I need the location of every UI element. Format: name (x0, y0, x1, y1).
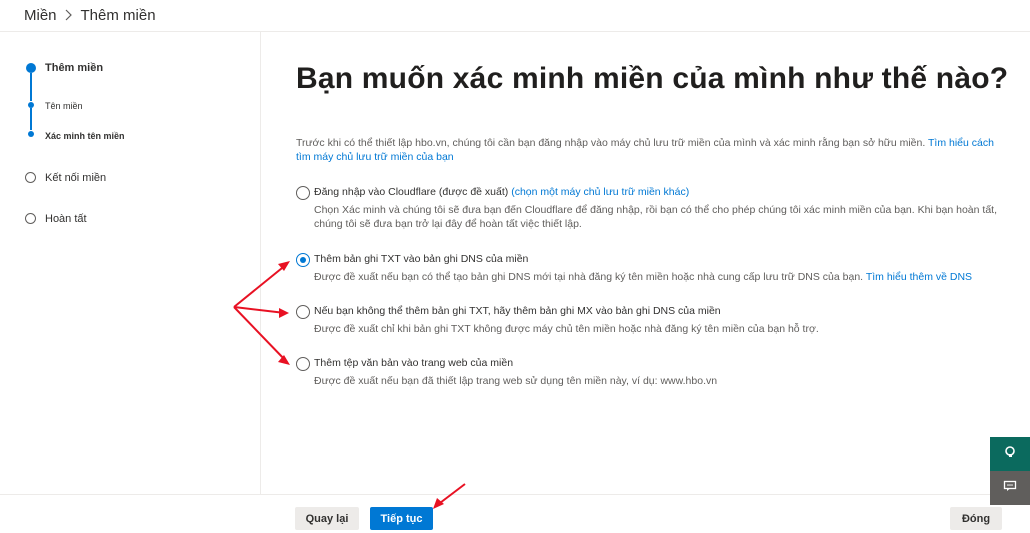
learn-dns-link[interactable]: Tìm hiểu thêm về DNS (866, 271, 972, 283)
breadcrumb-parent[interactable]: Miền (24, 7, 57, 24)
radio-cloudflare[interactable] (296, 186, 310, 200)
option-title-text: Đăng nhập vào Cloudflare (được đề xuất) (314, 186, 509, 198)
feedback-button[interactable] (990, 471, 1030, 505)
option-title: Nếu bạn không thể thêm bản ghi TXT, hãy … (314, 305, 721, 317)
option-title: Thêm bản ghi TXT vào bản ghi DNS của miề… (314, 253, 529, 265)
radio-mx-record[interactable] (296, 305, 310, 319)
step-progress-line (30, 108, 32, 130)
headset-icon (1003, 445, 1017, 464)
breadcrumb-current: Thêm miền (80, 7, 156, 24)
substep-label-domain-name: Tên miền (45, 101, 83, 111)
step-current-dot (26, 63, 36, 73)
radio-text-file[interactable] (296, 357, 310, 371)
radio-txt-record[interactable] (296, 253, 310, 267)
step-pane (0, 32, 261, 494)
option-description: Được đề xuất nếu bạn có thể tạo bản ghi … (314, 270, 1004, 284)
substep-dot (28, 131, 34, 137)
step-pending-circle (25, 172, 36, 183)
option-description-text: Được đề xuất nếu bạn có thể tạo bản ghi … (314, 271, 864, 283)
step-label-add-domain: Thêm miền (45, 62, 104, 74)
intro-text: Trước khi có thể thiết lập hbo.vn, chúng… (296, 136, 1001, 164)
option-title: Đăng nhập vào Cloudflare (được đề xuất) … (314, 186, 689, 198)
option-description: Chọn Xác minh và chúng tôi sẽ đưa bạn đế… (314, 204, 997, 230)
chat-icon (1003, 479, 1017, 498)
page-title: Bạn muốn xác minh miền của mình như thế … (296, 62, 1009, 95)
footer-divider (0, 494, 1030, 495)
next-button[interactable]: Tiếp tục (370, 507, 433, 530)
option-title: Thêm tệp văn bản vào trang web của miền (314, 357, 514, 369)
step-pending-circle (25, 213, 36, 224)
choose-other-host-link[interactable]: (chọn một máy chủ lưu trữ miền khác) (511, 186, 689, 198)
step-label-connect-domain: Kết nối miền (45, 172, 107, 184)
close-button[interactable]: Đóng (950, 507, 1002, 530)
option-description: Được đề xuất nếu bạn đã thiết lập trang … (314, 375, 718, 387)
intro-body: Trước khi có thể thiết lập hbo.vn, chúng… (296, 137, 926, 149)
step-progress-line (30, 73, 32, 101)
chevron-right-icon (65, 8, 73, 24)
support-button[interactable] (990, 437, 1030, 471)
back-button[interactable]: Quay lại (295, 507, 359, 530)
substep-label-verify-domain: Xác minh tên miền (45, 131, 125, 141)
step-label-finish: Hoàn tất (45, 213, 87, 225)
breadcrumb: Miền Thêm miền (24, 7, 156, 24)
option-description: Được đề xuất chỉ khi bản ghi TXT không đ… (314, 323, 819, 335)
